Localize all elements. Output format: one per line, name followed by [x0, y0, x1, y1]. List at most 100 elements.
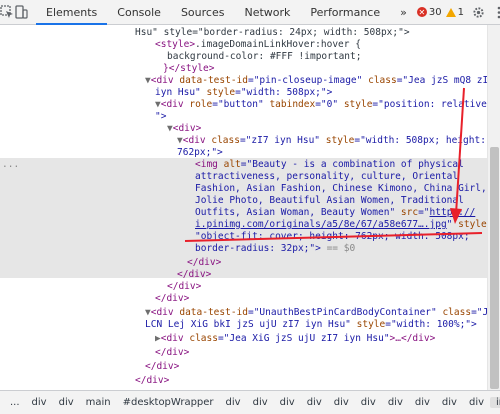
breadcrumb-item[interactable]: div [382, 397, 409, 408]
attr-value: ="Beauty - is a combination of physical [240, 159, 464, 170]
tree-line[interactable]: </div> [155, 347, 487, 359]
tag-name: <div> [172, 123, 202, 134]
attr-name: class [436, 307, 472, 318]
tag-name: </div> [145, 361, 180, 372]
tree-line[interactable]: </div> [145, 361, 487, 373]
attr-value: ="UnauthBestPinCardBodyContainer" [247, 307, 437, 318]
breadcrumb-item[interactable]: div [53, 397, 80, 408]
attr-value: ="width: 508px;"> [235, 87, 333, 98]
attr-value: ="Jea [471, 307, 487, 318]
attr-value: ="button" [212, 99, 264, 110]
breadcrumb-item[interactable]: div [436, 397, 463, 408]
tree-line[interactable]: </div> [187, 257, 487, 269]
tree-line[interactable]: "> [155, 111, 487, 123]
breadcrumb-item[interactable]: div [26, 397, 53, 408]
breadcrumb-item[interactable]: div [247, 397, 274, 408]
attr-name: style [350, 319, 386, 330]
attr-value: =" [418, 207, 430, 218]
dom-tree[interactable]: Hsu" style="border-radius: 24px; width: … [0, 25, 487, 390]
attr-value: iyn Hsu" [155, 87, 201, 98]
tag-name: <div [160, 99, 184, 110]
breadcrumb-item[interactable]: div [328, 397, 355, 408]
tree-line[interactable]: </div> [135, 375, 487, 387]
attr-name: data-test-id [173, 307, 248, 318]
src-link[interactable]: https:// [430, 207, 476, 218]
attr-value: ="zI7 iyn Hsu" [239, 135, 321, 146]
attr-value: Fashion, Asian Fashion, Chinese Kimono, … [195, 183, 487, 194]
tree-line[interactable]: ▼<div class="zI7 iyn Hsu" style="width: … [177, 135, 487, 147]
tree-line[interactable]: iyn Hsu" style="width: 508px;"> [155, 87, 487, 99]
attr-name: alt [217, 159, 241, 170]
attr-value: attractiveness, personality, culture, Or… [195, 171, 459, 182]
breadcrumb-item[interactable]: main [80, 397, 117, 408]
tree-line-selected[interactable]: "object-fit: cover; height: 762px; width… [195, 231, 487, 243]
attr-name: src [395, 207, 419, 218]
tree-line[interactable]: ▶<div class="Jea XiG jzS ujU zI7 iyn Hsu… [155, 333, 487, 345]
warning-counter[interactable]: 1 [445, 6, 464, 18]
attr-value: ="width: 508px; height: [354, 135, 486, 146]
error-counter[interactable]: ✕ 30 [416, 7, 442, 18]
attr-name: data-test-id [173, 75, 248, 86]
breadcrumb-item-selected[interactable]: img [490, 397, 500, 408]
tab-console[interactable]: Console [107, 0, 171, 24]
tree-line[interactable]: LCN Lej XiG bkI jzS ujU zI7 iyn Hsu" sty… [145, 319, 487, 331]
tree-line[interactable]: ▼<div data-test-id="UnauthBestPinCardBod… [145, 307, 487, 319]
tree-line-selected[interactable]: Jolie Photo, Beautiful Asian Women, Trad… [195, 195, 487, 207]
tree-line-selected[interactable]: <img alt="Beauty - is a combination of p… [195, 159, 487, 171]
attr-value: LCN Lej XiG bkI jzS ujU zI7 iyn Hsu" [145, 319, 351, 330]
attr-value: ="pin-closeup-image" [247, 75, 363, 86]
tree-line[interactable]: ▼<div> [167, 123, 487, 135]
tree-line[interactable]: ▼<div data-test-id="pin-closeup-image" c… [145, 75, 487, 87]
breadcrumb-item[interactable]: div [220, 397, 247, 408]
tree-line[interactable]: </div> [177, 269, 487, 281]
breadcrumb: ... div div main #desktopWrapper div div… [0, 390, 500, 414]
tag-name: </div> [135, 375, 170, 386]
warning-count: 1 [457, 6, 464, 18]
breadcrumb-item[interactable]: div [463, 397, 490, 408]
breadcrumb-item[interactable]: div [301, 397, 328, 408]
tab-network[interactable]: Network [234, 0, 300, 24]
tree-line[interactable]: }</style> [163, 63, 487, 75]
tree-scrollbar[interactable] [487, 25, 500, 390]
devtools-toolbar: Elements Console Sources Network Perform… [0, 0, 500, 25]
attr-value: ="position: relative; [372, 99, 487, 110]
tree-line[interactable]: ▼<div role="button" tabindex="0" style="… [155, 99, 487, 111]
tag-name: >…</div> [389, 333, 436, 344]
tag-name: <div [160, 333, 184, 344]
breadcrumb-item[interactable]: div [274, 397, 301, 408]
attr-name: style [320, 135, 355, 146]
more-options-icon[interactable] [494, 6, 500, 19]
tree-line-selected[interactable]: attractiveness, personality, culture, Or… [195, 171, 487, 183]
tree-line-selected[interactable]: Fashion, Asian Fashion, Chinese Kimono, … [195, 183, 487, 195]
scrollbar-thumb[interactable] [490, 147, 499, 389]
settings-gear-icon[interactable] [468, 6, 490, 19]
tree-line[interactable]: background-color: #FFF !important; [167, 51, 487, 63]
tree-line-selected[interactable]: border-radius: 32px;"> == $0 [195, 243, 487, 255]
inspect-element-icon[interactable] [0, 0, 14, 24]
style-text: background-color: #FFF !important; [167, 51, 362, 62]
breadcrumb-item[interactable]: div [355, 397, 382, 408]
tree-line[interactable]: <style>.imageDomainLinkHover:hover { [155, 39, 487, 51]
tab-performance[interactable]: Performance [300, 0, 390, 24]
attr-name: class [183, 333, 218, 344]
breadcrumb-item[interactable]: ... [4, 397, 26, 408]
tree-line[interactable]: 762px;"> [177, 147, 487, 159]
attr-name: style [452, 219, 487, 230]
breadcrumb-item[interactable]: #desktopWrapper [117, 397, 220, 408]
tag-name: }</style> [163, 63, 215, 74]
style-text: .imageDomainLinkHover:hover { [195, 39, 361, 50]
warning-icon [445, 7, 456, 17]
tree-line-selected[interactable]: Outfits, Asian Woman, Beauty Women" src=… [195, 207, 487, 219]
tree-line[interactable]: </div> [167, 281, 487, 293]
breadcrumb-item[interactable]: div [409, 397, 436, 408]
more-tabs-button[interactable]: » [390, 0, 417, 24]
tree-line-selected[interactable]: i.pinimg.com/originals/a5/8e/67/a58e677…… [195, 219, 487, 231]
tree-line[interactable]: Hsu" style="border-radius: 24px; width: … [135, 27, 487, 39]
node-text: Hsu" style="border-radius: 24px; width: … [135, 27, 410, 38]
tree-line[interactable]: </div> [155, 293, 487, 305]
attr-value: ="Jea XiG jzS ujU zI7 iyn Hsu" [217, 333, 390, 344]
tab-elements[interactable]: Elements [36, 0, 108, 25]
src-link[interactable]: i.pinimg.com/originals/a5/8e/67/a58e677…… [195, 219, 447, 230]
device-toolbar-icon[interactable] [14, 0, 28, 24]
tab-sources[interactable]: Sources [171, 0, 235, 24]
